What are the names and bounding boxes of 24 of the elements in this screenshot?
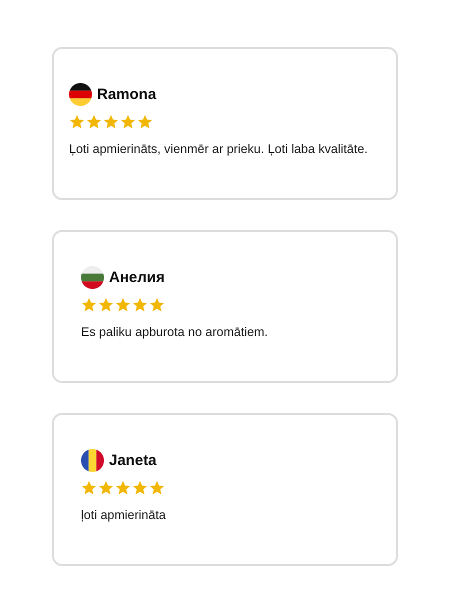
review-text: Ļoti apmierināts, vienmēr ar prieku. Ļoti laba kvalitāte. xyxy=(69,142,369,156)
star-icon xyxy=(120,114,136,130)
star-icon xyxy=(115,480,131,496)
star-icon xyxy=(103,114,119,130)
reviewer-name: Анелия xyxy=(109,269,165,286)
review-text: Es paliku apburota no aromātiem. xyxy=(81,325,269,339)
star-icon xyxy=(81,297,97,313)
star-icon xyxy=(137,114,153,130)
star-icon xyxy=(98,297,114,313)
star-icon xyxy=(69,114,85,130)
review-text: ļoti apmierināta xyxy=(81,508,167,522)
star-icon xyxy=(149,297,165,313)
star-icon xyxy=(98,480,114,496)
flag-icon xyxy=(81,449,104,472)
star-icon xyxy=(115,297,131,313)
reviewer-name: Ramona xyxy=(97,86,156,103)
star-icon xyxy=(81,480,97,496)
flag-icon xyxy=(81,266,104,289)
star-icon xyxy=(86,114,102,130)
flag-icon xyxy=(69,83,92,106)
reviewer-name: Janeta xyxy=(109,452,157,469)
star-icon xyxy=(149,480,165,496)
star-icon xyxy=(132,297,148,313)
star-icon xyxy=(132,480,148,496)
